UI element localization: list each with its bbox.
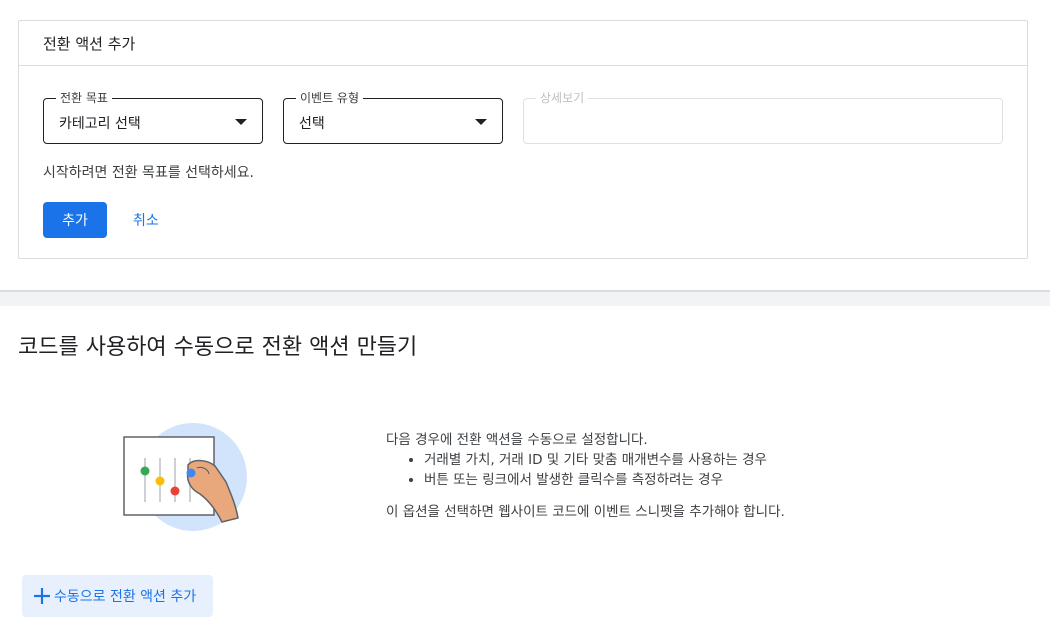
manual-note: 이 옵션을 선택하면 웹사이트 코드에 이벤트 스니펫을 추가해야 합니다. (386, 504, 785, 520)
add-button[interactable]: 추가 (43, 202, 107, 238)
caret-down-icon (235, 119, 247, 125)
conversion-goal-label: 전환 목표 (56, 90, 112, 106)
plus-icon (34, 588, 50, 604)
detail-field: 상세보기 (523, 90, 1003, 144)
manual-description: 다음 경우에 전환 액션을 수동으로 설정합니다. 거래별 가치, 거래 ID … (386, 430, 986, 522)
conversion-goal-value: 카테고리 선택 (59, 116, 141, 132)
add-manual-conversion-button[interactable]: 수동으로 전환 액션 추가 (22, 575, 213, 617)
manual-intro: 다음 경우에 전환 액션을 수동으로 설정합니다. (386, 432, 648, 448)
start-hint: 시작하려면 전환 목표를 선택하세요. (43, 165, 254, 181)
caret-down-icon (475, 119, 487, 125)
event-type-label: 이벤트 유형 (296, 90, 364, 106)
list-item: 거래별 가치, 거래 ID 및 기타 맞춤 매개변수를 사용하는 경우 (424, 450, 986, 470)
manual-section-title: 코드를 사용하여 수동으로 전환 액션 만들기 (18, 335, 418, 360)
section-divider (0, 290, 1050, 306)
detail-label: 상세보기 (536, 90, 589, 106)
slider-hand-illustration (118, 420, 253, 535)
cancel-button[interactable]: 취소 (121, 202, 171, 238)
conversion-goal-select[interactable]: 전환 목표 카테고리 선택 (43, 90, 263, 144)
event-type-select[interactable]: 이벤트 유형 선택 (283, 90, 503, 144)
manual-bullet-list: 거래별 가치, 거래 ID 및 기타 맞춤 매개변수를 사용하는 경우 버튼 또… (386, 450, 986, 490)
card-title: 전환 액션 추가 (19, 21, 1027, 66)
add-conversion-card: 전환 액션 추가 전환 목표 카테고리 선택 이벤트 유형 선택 상세보기 시작… (18, 20, 1028, 259)
event-type-value: 선택 (299, 116, 325, 132)
list-item: 버튼 또는 링크에서 발생한 클릭수를 측정하려는 경우 (424, 470, 986, 490)
add-manual-label: 수동으로 전환 액션 추가 (54, 589, 197, 605)
